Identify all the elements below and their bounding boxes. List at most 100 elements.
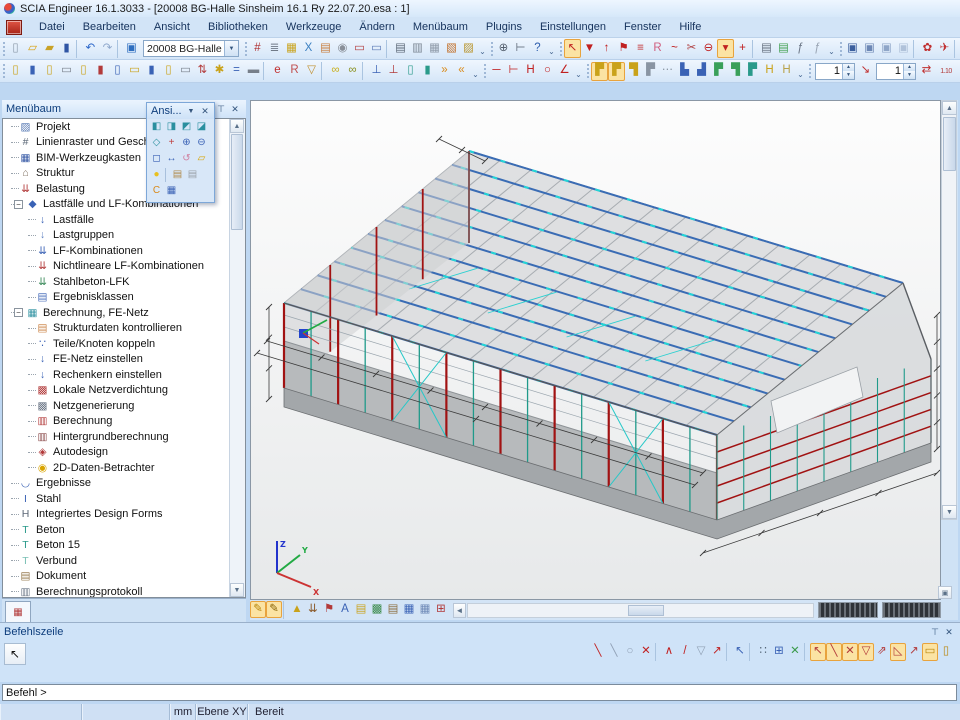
filter-section-3-button[interactable]: ▜ [625,62,642,81]
filter-section-7-button[interactable]: ▛ [710,62,727,81]
overflow-filter-chevron-icon[interactable]: ⌄ [795,62,806,81]
export-document-button[interactable]: ▧ [443,39,460,58]
clipboard-button[interactable]: ▤ [317,39,334,58]
menu-item[interactable]: Ändern [350,19,403,35]
scroll-thumb[interactable] [943,117,956,171]
tree-item[interactable]: ⇊Stahlbeton-LFK [3,274,245,290]
cross-section-7-button[interactable]: ▭ [126,62,143,81]
stepper-up-icon[interactable]: ▲ [843,64,854,72]
zoom-out-button[interactable]: ⊖ [194,135,209,151]
project-window-button[interactable]: ▣ [123,39,140,58]
scroll-down-icon[interactable]: ▼ [230,583,244,597]
tree-item[interactable]: ▤Dokument [3,569,245,585]
filter-section-9-button[interactable]: ▛ [744,62,761,81]
polygon-select-button[interactable]: ▽ [303,62,320,81]
member-vertical-1-button[interactable]: ▮ [92,62,109,81]
toolbar-grip[interactable] [1,40,6,58]
tree-item[interactable]: −▦Berechnung, FE-Netz [3,305,245,321]
view-perspective-button[interactable]: ◪ [194,119,209,135]
view-side-button[interactable]: ◩ [179,119,194,135]
clipping-box-button[interactable]: ▱ [194,151,209,167]
snapshot-1-button[interactable]: ▤ [170,167,185,183]
light-toggle-button[interactable]: ● [149,167,164,183]
labels-abc-button[interactable]: A [337,601,353,618]
cursor-mode-button[interactable]: ↖ [4,643,26,665]
scroll-thumb[interactable] [628,605,664,616]
query-info-button[interactable]: ? [529,39,546,58]
zoom-in-button[interactable]: ⊕ [179,135,194,151]
tree-item[interactable]: TVerbund [3,553,245,569]
overflow-zoom-chevron-icon[interactable]: ⌄ [546,39,557,58]
tree-item[interactable]: ▤Ergebnisklassen [3,290,245,306]
delete-element-button[interactable]: ✕ [638,643,654,661]
draw-angle-button[interactable]: ∠ [556,62,573,81]
window-layout-4-button[interactable]: ▣ [895,39,912,58]
filter-dots-button[interactable]: ⋯ [659,62,676,81]
member-labels-button[interactable]: ▤ [353,601,369,618]
overflow-draw-chevron-icon[interactable]: ⌄ [573,62,584,81]
menu-item[interactable]: Bibliotheken [199,19,277,35]
zoom-selection-button[interactable]: ⊕ [495,39,512,58]
close-icon[interactable]: ✕ [942,626,956,639]
print-preview-button[interactable]: ▥ [409,39,426,58]
render-toggle-button[interactable]: ✎ [266,601,282,618]
view-top-button[interactable]: ◧ [149,119,164,135]
view-palette-header[interactable]: Ansi... ▼ ✕ [147,103,214,119]
unlink-nodes-button[interactable]: ∞ [344,62,361,81]
snap-midpoint-button[interactable]: ╲ [826,643,842,661]
select-cut-button[interactable]: ✂ [683,39,700,58]
view-parameters-1-button[interactable]: ▦ [401,601,417,618]
member-close-button[interactable]: ▬ [245,62,262,81]
cross-section-9-button[interactable]: ▭ [177,62,194,81]
measure-button[interactable]: ⊢ [512,39,529,58]
scale-factor-1-stepper[interactable]: 1▲▼ [815,63,855,80]
section-view-b-button[interactable]: ▭ [368,39,385,58]
cross-section-8-button[interactable]: ▯ [160,62,177,81]
scale-factor-2-stepper[interactable]: 1▲▼ [876,63,916,80]
command-input[interactable] [2,684,957,701]
view-axonometric-button[interactable]: ◇ [149,135,164,151]
tree-tab[interactable]: ▦ [5,601,31,622]
tree-item[interactable]: IStahl [3,491,245,507]
redo-button[interactable]: ↷ [99,39,116,58]
member-equal-button[interactable]: = [228,62,245,81]
save-project-button[interactable]: ▮ [58,39,75,58]
scroll-left-icon[interactable]: ◄ [453,603,466,618]
link-nodes-button[interactable]: ∞ [327,62,344,81]
snap-follow-button[interactable]: ✕ [787,643,803,661]
toolbar-grip[interactable] [558,40,563,58]
calculator-button[interactable]: ▦ [283,39,300,58]
select-flag-button[interactable]: ⚑ [615,39,632,58]
import-project-button[interactable]: ▰ [41,39,58,58]
stepper-down-icon[interactable]: ▼ [843,71,854,79]
tree-item[interactable]: ↓Rechenkern einstellen [3,367,245,383]
document-window-icon[interactable] [6,20,22,35]
menu-item[interactable]: Datei [30,19,74,35]
overflow-modify-chevron-icon[interactable]: ⌄ [470,62,481,81]
tree-item[interactable]: ◈Autodesign [3,445,245,461]
select-up-button[interactable]: ↑ [598,39,615,58]
snap-intersection-button[interactable]: ✕ [842,643,858,661]
undo-button[interactable]: ↶ [82,39,99,58]
snapshot-2-button[interactable]: ▤ [185,167,200,183]
scale-1-10-button[interactable]: 1.10 [935,62,957,81]
window-layout-1-button[interactable]: ▣ [844,39,861,58]
copy-member-button[interactable]: ▯ [402,62,419,81]
filter-section-4-button[interactable]: ▛ [642,62,659,81]
draw-line-button[interactable]: ─ [488,62,505,81]
collapse-icon[interactable]: − [14,200,23,209]
snap-tangent-button[interactable]: ⇗ [874,643,890,661]
menu-item[interactable]: Bearbeiten [74,19,145,35]
tree-item[interactable]: ▥Berechnung [3,414,245,430]
filter-section-6-button[interactable]: ▟ [693,62,710,81]
window-layout-3-button[interactable]: ▣ [878,39,895,58]
viewport-3d-scene[interactable]: ZYX [250,100,941,600]
tree-item[interactable]: ▤Strukturdaten kontrollieren [3,321,245,337]
activity-filter-2-button[interactable]: ƒ [809,39,826,58]
viewport-hscrollbar[interactable] [467,603,815,618]
edit-document-button[interactable]: ▨ [460,39,477,58]
stepper-down-icon[interactable]: ▼ [904,71,915,79]
animation-bar-2[interactable] [882,602,941,618]
scroll-up-icon[interactable]: ▲ [942,101,957,115]
view-front-button[interactable]: ◨ [164,119,179,135]
